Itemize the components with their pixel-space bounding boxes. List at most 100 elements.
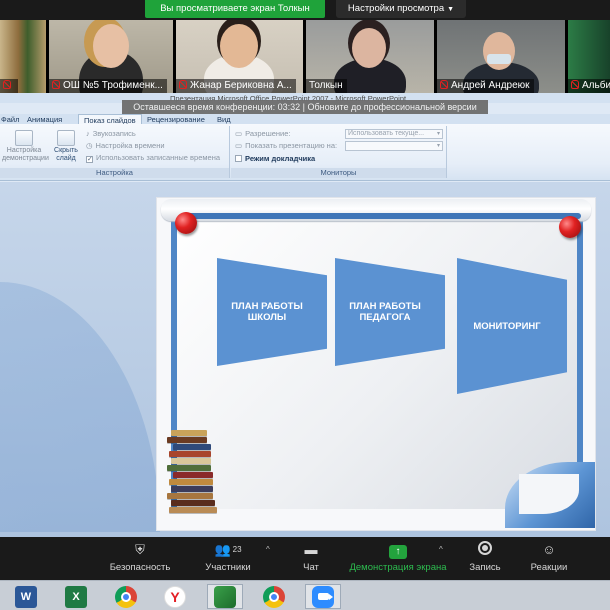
share-screen-label: Демонстрация экрана bbox=[349, 562, 447, 573]
scroll-top-roll bbox=[161, 199, 591, 221]
chevron-down-icon: ▼ bbox=[447, 6, 455, 13]
hide-slide-button[interactable]: Скрыть слайд bbox=[50, 130, 82, 163]
setup-show-label: Настройка демонстрации bbox=[2, 147, 49, 162]
record-narration-button[interactable]: ♪ Звукозапись bbox=[86, 129, 136, 139]
use-timings-checkbox[interactable]: Использовать записанные времена bbox=[86, 153, 220, 163]
security-label: Безопасность bbox=[109, 562, 171, 573]
checkbox-icon bbox=[86, 156, 93, 163]
pushpin-icon bbox=[175, 212, 197, 234]
muted-mic-icon bbox=[571, 80, 579, 89]
participant-name: Альби bbox=[568, 79, 610, 93]
zoom-icon bbox=[312, 585, 334, 608]
zoom-top-bar: Вы просматриваете экран Толкын Настройки… bbox=[0, 0, 610, 20]
show-on-select[interactable] bbox=[345, 141, 443, 151]
monitor-icon: ▭ bbox=[235, 129, 243, 138]
share-screen-button[interactable]: ↑ Демонстрация экрана bbox=[343, 541, 453, 573]
shape-monitoring[interactable]: МОНИТОРИНГ bbox=[457, 258, 567, 394]
slide-canvas[interactable]: ПЛАН РАБОТЫ ШКОЛЫ ПЛАН РАБОТЫ ПЕДАГОГА М… bbox=[157, 198, 595, 530]
muted-mic-icon bbox=[179, 80, 187, 89]
chat-button[interactable]: ▬ Чат bbox=[276, 541, 346, 573]
yandex-icon: Y bbox=[164, 585, 186, 608]
setup-group-label: Настройка bbox=[0, 168, 229, 178]
hide-slide-label: Скрыть слайд bbox=[54, 147, 78, 162]
presenter-view-checkbox[interactable]: Режим докладчика bbox=[235, 154, 315, 164]
smiley-icon: ☺ bbox=[542, 542, 556, 557]
checkbox-icon bbox=[235, 155, 242, 162]
taskbar-chrome[interactable] bbox=[108, 584, 144, 609]
participant-tile[interactable]: ОШ №5 Трофименк... bbox=[49, 20, 173, 93]
shared-screen: Презентация Microsoft Office PowerPoint … bbox=[0, 93, 610, 537]
security-button[interactable]: ⛨ Безопасность bbox=[105, 541, 175, 573]
share-screen-icon: ↑ bbox=[343, 541, 453, 559]
participant-video bbox=[220, 24, 258, 68]
ribbon-group-setup: Настройка демонстрации Скрыть слайд ♪ Зву… bbox=[0, 126, 230, 178]
windows-taskbar: W X Y bbox=[0, 580, 610, 610]
participant-tile[interactable]: Толкын bbox=[306, 20, 434, 93]
chat-label: Чат bbox=[303, 562, 319, 573]
clock-icon: ◷ bbox=[86, 141, 93, 150]
chrome-icon bbox=[115, 585, 137, 608]
background-wave bbox=[0, 282, 160, 532]
muted-mic-icon bbox=[52, 80, 60, 89]
participants-button[interactable]: 👥 23 Участники bbox=[193, 541, 263, 573]
taskbar-word[interactable]: W bbox=[8, 584, 44, 609]
record-icon bbox=[450, 541, 520, 559]
chevron-up-icon[interactable]: ^ bbox=[439, 545, 443, 554]
word-icon: W bbox=[15, 585, 37, 608]
participant-tile[interactable]: Жанар Бериковна А... bbox=[176, 20, 303, 93]
taskbar-excel[interactable]: X bbox=[58, 584, 94, 609]
muted-mic-icon bbox=[440, 80, 448, 89]
participant-name bbox=[0, 79, 18, 93]
view-options-label: Настройки просмотра bbox=[347, 3, 445, 14]
ribbon-body: Настройка демонстрации Скрыть слайд ♪ Зву… bbox=[0, 124, 610, 181]
books-stack-icon bbox=[163, 430, 221, 522]
viewing-share-banner: Вы просматриваете экран Толкын bbox=[145, 0, 325, 18]
taskbar-yandex[interactable]: Y bbox=[157, 584, 193, 609]
muted-mic-icon bbox=[3, 80, 11, 89]
participant-video bbox=[93, 24, 129, 68]
shape-school-plan[interactable]: ПЛАН РАБОТЫ ШКОЛЫ bbox=[217, 258, 327, 366]
monitor-icon: ▭ bbox=[235, 141, 243, 150]
zoom-toolbar: ⛨ Безопасность 👥 23 Участники ^ ▬ Чат ↑ Д… bbox=[0, 537, 610, 580]
excel-icon: X bbox=[65, 585, 87, 608]
participant-video bbox=[352, 28, 386, 68]
reactions-label: Реакции bbox=[530, 562, 568, 573]
conference-time-tooltip: Оставшееся время конференции: 03:32 | Об… bbox=[122, 100, 488, 114]
participants-label: Участники bbox=[205, 562, 251, 573]
microphone-icon: ♪ bbox=[86, 129, 90, 138]
resolution-select[interactable]: Использовать текуще... bbox=[345, 129, 443, 139]
participant-name: Жанар Бериковна А... bbox=[176, 79, 296, 93]
participant-name: ОШ №5 Трофименк... bbox=[49, 79, 167, 93]
view-options-button[interactable]: Настройки просмотра ▼ bbox=[336, 0, 466, 18]
taskbar-tools[interactable] bbox=[207, 584, 243, 609]
setup-show-button[interactable]: Настройка демонстрации bbox=[2, 130, 49, 163]
participant-name: Толкын bbox=[306, 79, 347, 93]
taskbar-zoom[interactable] bbox=[305, 584, 341, 609]
pushpin-icon bbox=[559, 216, 581, 238]
hide-slide-icon bbox=[57, 130, 75, 146]
shield-icon: ⛨ bbox=[135, 542, 145, 557]
record-button[interactable]: Запись bbox=[450, 541, 520, 573]
participant-tile[interactable] bbox=[0, 20, 46, 93]
shape-teacher-plan[interactable]: ПЛАН РАБОТЫ ПЕДАГОГА bbox=[335, 258, 445, 366]
chevron-up-icon[interactable]: ^ bbox=[266, 545, 270, 554]
participant-video bbox=[483, 32, 515, 70]
participant-strip: ОШ №5 Трофименк... Жанар Бериковна А... … bbox=[0, 20, 610, 93]
record-label: Запись bbox=[469, 562, 501, 573]
chrome-icon bbox=[263, 585, 285, 608]
participant-tile[interactable]: Андрей Андреюк bbox=[437, 20, 565, 93]
rehearse-timings-button[interactable]: ◷ Настройка времени bbox=[86, 141, 165, 151]
resolution-label: ▭ Разрешение: bbox=[235, 129, 291, 138]
chat-icon: ▬ bbox=[304, 542, 318, 557]
tools-icon bbox=[214, 585, 236, 608]
participant-tile[interactable]: Альби bbox=[568, 20, 610, 93]
reactions-button[interactable]: ☺ Реакции bbox=[514, 541, 584, 573]
participant-name: Андрей Андреюк bbox=[437, 79, 534, 93]
participants-icon: 👥 23 bbox=[214, 542, 242, 557]
ribbon-group-monitors: ▭Разрешение: Использовать текуще... ▭Пок… bbox=[231, 126, 447, 178]
taskbar-chrome-2[interactable] bbox=[256, 584, 292, 609]
monitors-group-label: Мониторы bbox=[231, 168, 446, 178]
show-on-label: ▭ Показать презентацию на: bbox=[235, 141, 338, 150]
face-mask bbox=[487, 54, 511, 64]
slideshow-setup-icon bbox=[15, 130, 33, 146]
